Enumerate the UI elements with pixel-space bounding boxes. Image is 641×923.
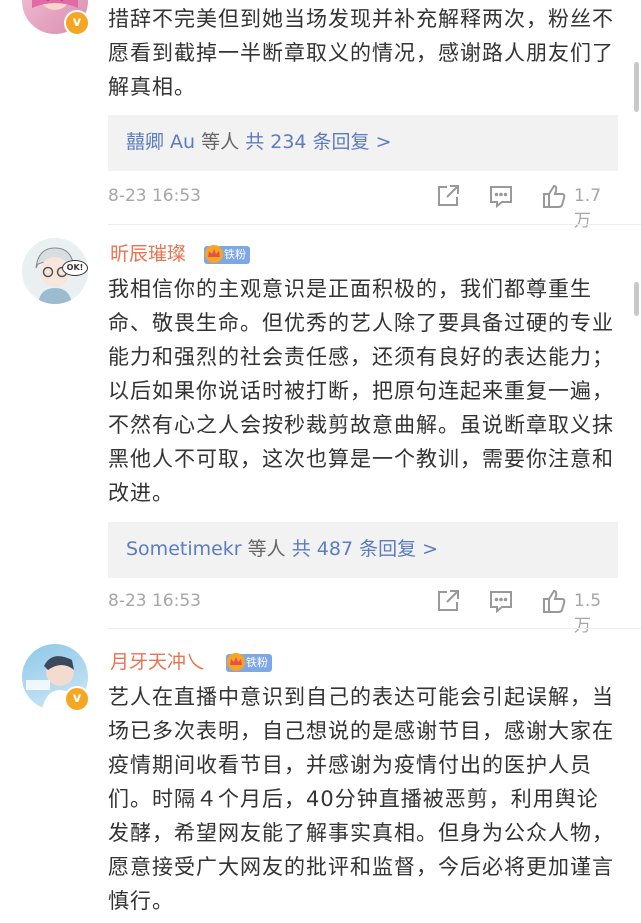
comment-item: v 月牙天冲乀 铁粉 艺人在直播中意识到自己的表达可能会引起误解，当场已多次表明… xyxy=(0,640,641,923)
ok-sticker: OK! xyxy=(62,260,88,276)
share-icon[interactable] xyxy=(435,183,461,209)
comment-item: v 措辞不完美但到她当场发现并补充解释两次，粉丝不愿看到截掉一半断章取义的情况，… xyxy=(0,0,641,231)
reply-others: 等人 xyxy=(247,538,286,560)
avatar[interactable]: v xyxy=(22,644,90,712)
reply-count-link[interactable]: 共 487 条回复 > xyxy=(292,538,438,560)
fan-badge: 铁粉 xyxy=(204,245,250,264)
comment-meta: 8-23 16:53 1.5万 xyxy=(108,588,618,636)
reply-count-link[interactable]: 共 234 条回复 > xyxy=(245,131,391,153)
fan-badge-label: 铁粉 xyxy=(246,656,268,669)
username[interactable]: 月牙天冲乀 xyxy=(110,650,205,674)
fan-badge-label: 铁粉 xyxy=(224,248,246,261)
timestamp: 8-23 16:53 xyxy=(108,186,201,206)
avatar[interactable]: v xyxy=(22,0,90,36)
verified-icon: v xyxy=(64,10,90,36)
like-icon[interactable] xyxy=(541,588,567,614)
comment-icon[interactable] xyxy=(488,588,514,614)
reply-user[interactable]: 囍卿 Au xyxy=(126,131,195,153)
reply-summary[interactable]: Sometimekr 等人 共 487 条回复 > xyxy=(108,522,618,578)
divider xyxy=(108,628,641,629)
divider xyxy=(108,224,641,225)
like-icon[interactable] xyxy=(541,183,567,209)
like-count: 1.5万 xyxy=(574,591,602,636)
reply-summary[interactable]: 囍卿 Au 等人 共 234 条回复 > xyxy=(108,115,618,171)
timestamp: 8-23 16:53 xyxy=(108,591,201,611)
share-icon[interactable] xyxy=(435,588,461,614)
comment-icon[interactable] xyxy=(488,183,514,209)
scrollbar[interactable] xyxy=(634,62,639,112)
comment-text: 艺人在直播中意识到自己的表达可能会引起误解，当场已多次表明，自己想说的是感谢节目… xyxy=(108,685,614,913)
scrollbar[interactable] xyxy=(634,282,639,316)
verified-icon: v xyxy=(64,686,90,712)
crown-icon xyxy=(227,653,245,671)
comment-text: 我相信你的主观意识是正面积极的，我们都尊重生命、敬畏生命。但优秀的艺人除了要具备… xyxy=(108,277,614,505)
fan-badge: 铁粉 xyxy=(226,653,272,672)
crown-icon xyxy=(205,245,223,263)
comment-text: 措辞不完美但到她当场发现并补充解释两次，粉丝不愿看到截掉一半断章取义的情况，感谢… xyxy=(108,7,614,99)
reply-others: 等人 xyxy=(201,131,240,153)
avatar[interactable]: OK! xyxy=(22,238,88,304)
username[interactable]: 昕辰璀璨 xyxy=(110,242,186,266)
comment-item: OK! 昕辰璀璨 铁粉 我相信你的主观意识是正面积极的，我们都尊重生命、敬畏生命… xyxy=(0,236,641,636)
comment-meta: 8-23 16:53 1.7万 xyxy=(108,183,618,231)
reply-user[interactable]: Sometimekr xyxy=(126,538,242,560)
